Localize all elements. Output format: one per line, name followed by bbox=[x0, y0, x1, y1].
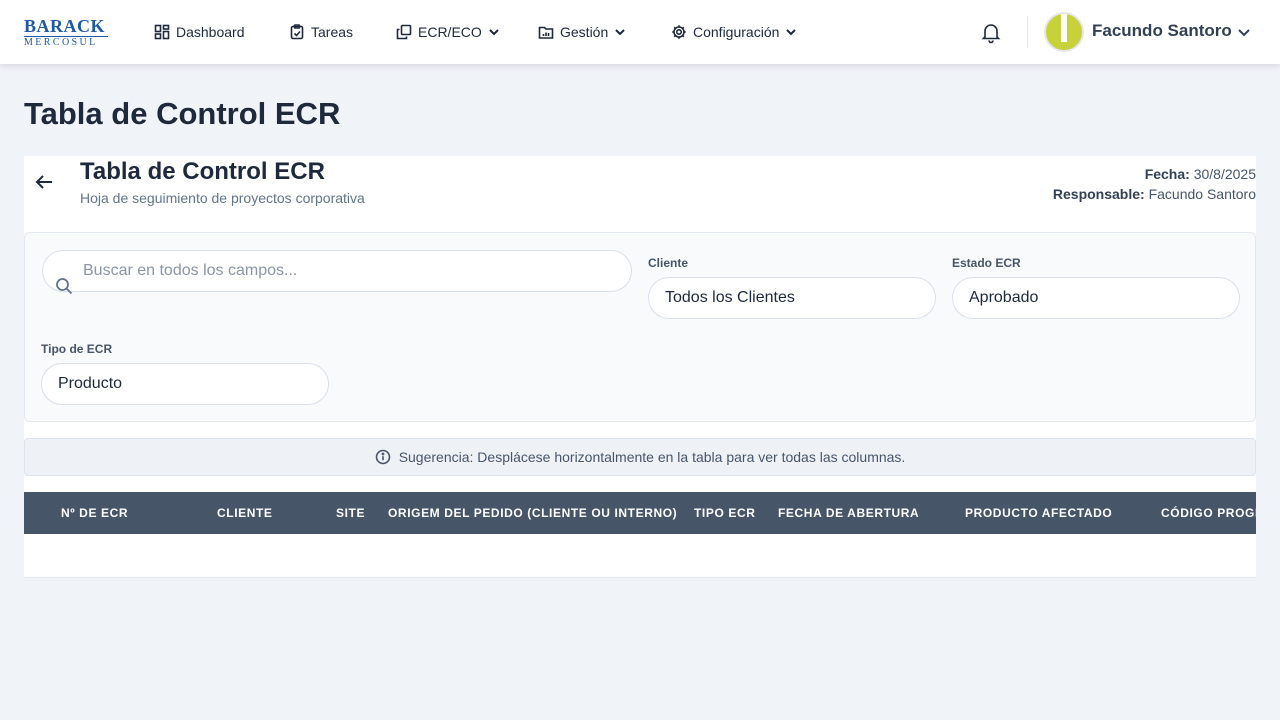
estado-ecr-label: Estado ECR bbox=[952, 256, 1021, 270]
column-header[interactable]: Nº DE ECR bbox=[61, 492, 128, 534]
chevron-down-icon bbox=[489, 29, 499, 36]
nav-gestion-label: Gestión bbox=[560, 24, 609, 40]
column-header[interactable]: PRODUCTO AFECTADO bbox=[965, 492, 1112, 534]
scroll-hint: Sugerencia: Desplácese horizontalmente e… bbox=[24, 438, 1256, 476]
nav-dashboard[interactable]: Dashboard bbox=[154, 20, 245, 44]
column-header[interactable]: CÓDIGO PROGRAMA bbox=[1161, 492, 1256, 534]
responsable-row: Responsable: Facundo Santoro bbox=[1053, 184, 1256, 204]
cliente-label: Cliente bbox=[648, 256, 689, 270]
filters-panel: Cliente Todos los Clientes Estado ECR Ap… bbox=[24, 232, 1256, 422]
cliente-select[interactable]: Todos los Clientes bbox=[648, 277, 936, 319]
ecr-table[interactable]: Nº DE ECR CLIENTE SITE ORIGEM DEL PEDIDO… bbox=[24, 492, 1256, 578]
gear-icon bbox=[672, 25, 686, 39]
fecha-label: Fecha: bbox=[1144, 166, 1190, 182]
fecha-row: Fecha: 30/8/2025 bbox=[1053, 164, 1256, 184]
nav-tareas[interactable]: Tareas bbox=[289, 20, 353, 44]
chevron-down-icon bbox=[1238, 29, 1250, 37]
clipboard-icon bbox=[290, 24, 304, 40]
arrow-left-icon bbox=[35, 175, 52, 189]
search-icon bbox=[55, 277, 73, 295]
logo-text-bottom: MERCOSUL bbox=[24, 36, 108, 48]
folder-chart-icon bbox=[538, 26, 554, 39]
column-header[interactable]: CLIENTE bbox=[217, 492, 273, 534]
copy-icon bbox=[396, 24, 412, 40]
notifications-button[interactable] bbox=[979, 20, 1003, 44]
responsable-label: Responsable: bbox=[1052, 186, 1145, 202]
nav-configuracion[interactable]: Configuración bbox=[671, 20, 797, 44]
tipo-ecr-select[interactable]: Producto bbox=[41, 363, 329, 405]
logo-text-top: BARACK bbox=[24, 16, 106, 36]
column-header[interactable]: ORIGEM DEL PEDIDO (CLIENTE OU INTERNO) bbox=[388, 492, 677, 534]
nav-ecr-eco-label: ECR/ECO bbox=[418, 24, 482, 40]
chevron-down-icon bbox=[615, 29, 625, 36]
nav-gestion[interactable]: Gestión bbox=[538, 20, 626, 44]
tipo-ecr-label: Tipo de ECR bbox=[41, 342, 113, 356]
column-header[interactable]: TIPO ECR bbox=[694, 492, 755, 534]
responsable-value: Facundo Santoro bbox=[1148, 186, 1256, 202]
top-navbar: BARACK MERCOSUL Dashboard Tareas ECR/ECO… bbox=[0, 0, 1280, 64]
search-input[interactable] bbox=[83, 251, 613, 291]
nav-dashboard-label: Dashboard bbox=[176, 24, 245, 40]
back-button[interactable] bbox=[32, 170, 56, 194]
ecr-control-card: Tabla de Control ECR Hoja de seguimiento… bbox=[24, 156, 1256, 578]
card-subtitle: Hoja de seguimiento de proyectos corpora… bbox=[80, 190, 365, 206]
page-title: Tabla de Control ECR bbox=[24, 96, 341, 131]
table-header: Nº DE ECR CLIENTE SITE ORIGEM DEL PEDIDO… bbox=[24, 492, 1256, 534]
navbar-divider bbox=[1027, 16, 1028, 48]
nav-configuracion-label: Configuración bbox=[693, 24, 780, 40]
chevron-down-icon bbox=[786, 29, 797, 36]
avatar[interactable] bbox=[1044, 12, 1084, 52]
nav-tareas-label: Tareas bbox=[311, 24, 354, 40]
column-header[interactable]: SITE bbox=[336, 492, 365, 534]
column-header[interactable]: FECHA DE ABERTURA bbox=[778, 492, 919, 534]
barack-logo[interactable]: BARACK MERCOSUL bbox=[24, 16, 108, 48]
scroll-hint-text: Sugerencia: Desplácese horizontalmente e… bbox=[398, 449, 906, 465]
bell-icon bbox=[981, 24, 1001, 44]
user-menu-toggle[interactable] bbox=[1236, 24, 1252, 40]
user-name[interactable]: Facundo Santoro bbox=[1092, 21, 1232, 41]
card-title: Tabla de Control ECR bbox=[80, 158, 325, 185]
info-icon bbox=[375, 449, 390, 465]
dashboard-icon bbox=[154, 24, 170, 40]
estado-ecr-select[interactable]: Aprobado bbox=[952, 277, 1240, 319]
nav-ecr-eco[interactable]: ECR/ECO bbox=[396, 20, 500, 44]
search-box[interactable] bbox=[42, 250, 632, 295]
report-meta: Fecha: 30/8/2025 Responsable: Facundo Sa… bbox=[1053, 164, 1256, 204]
fecha-value: 30/8/2025 bbox=[1193, 166, 1256, 182]
